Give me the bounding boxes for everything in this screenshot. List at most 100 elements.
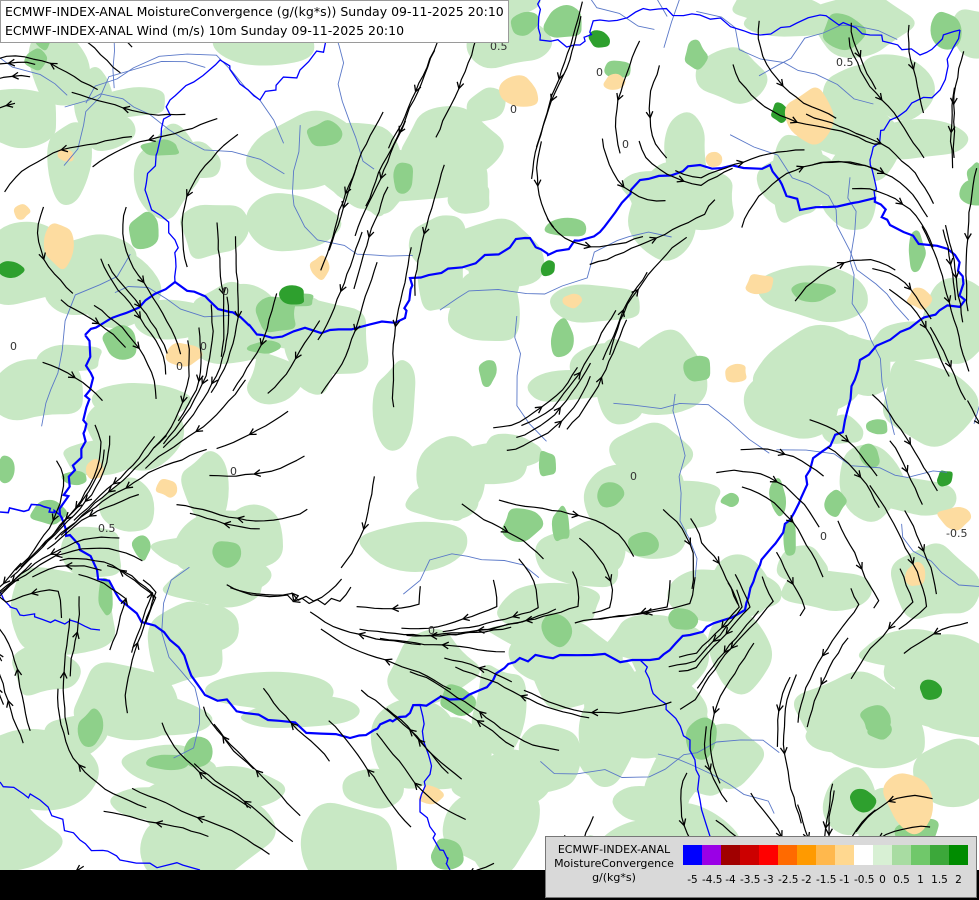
legend-swatch xyxy=(683,845,702,865)
convergence-patch xyxy=(86,112,136,152)
legend-tick-label: -4.5 xyxy=(702,874,723,886)
wind-arrowhead xyxy=(712,556,720,565)
convergence-core xyxy=(543,5,582,38)
divergence-patch xyxy=(155,478,178,498)
legend-swatch xyxy=(911,845,930,865)
legend-title: ECMWF-INDEX-ANAL MoistureConvergence g/(… xyxy=(546,843,682,885)
legend-swatch xyxy=(854,845,873,865)
legend-tick-label: 0.5 xyxy=(893,874,910,886)
wind-streamline xyxy=(648,65,668,159)
legend-swatch xyxy=(721,845,740,865)
legend-swatch xyxy=(835,845,854,865)
contour-label: 0.5 xyxy=(836,56,854,69)
convergence-core xyxy=(865,419,888,435)
legend-tick-label: -5 xyxy=(687,874,698,886)
wind-arrowhead xyxy=(534,406,543,414)
convergence-core xyxy=(61,470,87,486)
legend-title-line-2: MoistureConvergence xyxy=(554,857,674,870)
convergence-patch xyxy=(10,567,116,656)
convergence-core xyxy=(544,217,587,237)
divergence-patch xyxy=(309,255,330,280)
contour-label: 0 xyxy=(230,465,237,478)
weather-map: 0.5 0.5 0.5 0 0 0 0 0 0 -0.5 0 0 0 0 0 xyxy=(0,0,979,900)
legend-color-bar xyxy=(683,845,968,865)
legend-swatch xyxy=(702,845,721,865)
legend-swatch xyxy=(740,845,759,865)
legend-swatch xyxy=(930,845,949,865)
convergence-patch xyxy=(878,118,969,160)
map-title: ECMWF-INDEX-ANAL MoistureConvergence (g/… xyxy=(0,0,509,43)
divergence-patch xyxy=(705,151,723,168)
title-moisture-line: ECMWF-INDEX-ANAL MoistureConvergence (g/… xyxy=(5,4,504,19)
legend-tick-label: 0 xyxy=(879,874,886,886)
contour-label: 0 xyxy=(176,360,183,373)
convergence-patch xyxy=(882,358,979,447)
divergence-patch xyxy=(725,363,747,383)
legend-title-line-3: g/(kg*s) xyxy=(592,871,636,884)
wind-streamline xyxy=(356,586,421,610)
contour-label: 0 xyxy=(630,470,637,483)
convergence-core xyxy=(0,455,15,484)
contour-label: 0 xyxy=(10,340,17,353)
moisture-convergence-field: 0.5 0.5 0.5 0 0 0 0 0 0 -0.5 0 0 0 0 0 xyxy=(0,0,979,898)
legend-swatch xyxy=(892,845,911,865)
convergence-max xyxy=(588,30,610,48)
legend-tick-label: -2 xyxy=(801,874,812,886)
legend-tick-label: -1 xyxy=(839,874,850,886)
wind-arrowhead xyxy=(0,689,3,694)
contour-label: 0 xyxy=(820,530,827,543)
contour-label: 0 xyxy=(622,138,629,151)
legend-tick-label: -0.5 xyxy=(854,874,875,886)
contour-label: 0 xyxy=(222,285,229,298)
convergence-core xyxy=(720,492,739,507)
legend-tick-label: 1 xyxy=(917,874,924,886)
convergence-patch xyxy=(180,204,250,259)
moisture-fill-layer xyxy=(0,0,979,898)
wind-streamline xyxy=(401,579,498,630)
legend-swatch xyxy=(873,845,892,865)
convergence-patch xyxy=(776,545,829,584)
legend-swatch xyxy=(759,845,778,865)
divergence-patch xyxy=(13,204,31,220)
convergence-core xyxy=(550,318,574,358)
legend-tick-label: 2 xyxy=(955,874,962,886)
convergence-core xyxy=(501,508,544,543)
convergence-patch xyxy=(858,629,950,667)
convergence-core xyxy=(538,450,557,477)
contour-label: 0 xyxy=(510,103,517,116)
color-legend: ECMWF-INDEX-ANAL MoistureConvergence g/(… xyxy=(545,836,977,898)
convergence-patch xyxy=(0,88,57,149)
legend-title-line-1: ECMWF-INDEX-ANAL xyxy=(557,843,671,856)
legend-swatch xyxy=(949,845,968,865)
convergence-patch xyxy=(890,543,979,619)
convergence-patch xyxy=(0,359,83,421)
convergence-core xyxy=(959,179,979,206)
convergence-core xyxy=(183,736,213,768)
divergence-patch xyxy=(745,274,774,295)
wind-streamline xyxy=(0,656,3,662)
convergence-max xyxy=(937,470,953,487)
title-wind-line: ECMWF-INDEX-ANAL Wind (m/s) 10m Sunday 0… xyxy=(5,23,405,38)
convergence-patch xyxy=(359,521,468,572)
contour-label: -0.5 xyxy=(946,527,967,540)
convergence-core xyxy=(769,478,787,517)
contour-label: 0 xyxy=(428,624,435,637)
legend-tick-label: -2.5 xyxy=(778,874,799,886)
convergence-core xyxy=(478,360,497,388)
convergence-core xyxy=(908,230,926,273)
legend-swatch xyxy=(778,845,797,865)
convergence-patch xyxy=(162,566,266,608)
legend-tick-label: -4 xyxy=(725,874,736,886)
convergence-core xyxy=(128,211,159,250)
legend-swatch xyxy=(816,845,835,865)
contour-label: 0.5 xyxy=(98,522,116,535)
wind-arrowhead xyxy=(194,424,204,433)
contour-label: 0 xyxy=(200,340,207,353)
legend-tick-label: 1.5 xyxy=(931,874,948,886)
legend-tick-label: -1.5 xyxy=(816,874,837,886)
legend-tick-label: -3 xyxy=(763,874,774,886)
river xyxy=(663,0,680,48)
legend-swatch xyxy=(797,845,816,865)
wind-streamline xyxy=(614,40,641,154)
legend-tick-labels: -5 -4.5 -4 -3.5 -3 -2.5 -2 -1.5 -1 -0.5 0 0.5 1 1.5 2 xyxy=(683,873,968,887)
